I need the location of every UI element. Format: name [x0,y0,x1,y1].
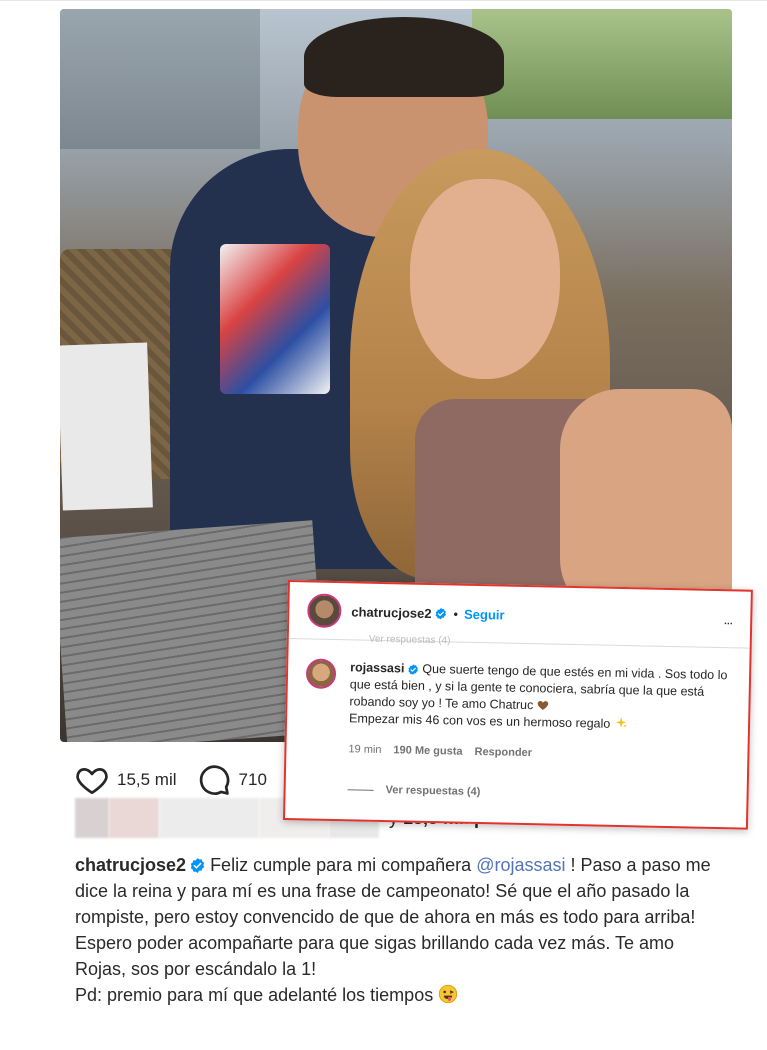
avatar[interactable] [307,593,342,629]
caption-mention-link[interactable]: @rojassasi [476,855,565,875]
overlay-username[interactable]: chatrucjose2 [351,604,431,621]
comment-meta: 19 min 190 Me gusta Responder [348,743,544,759]
brown-heart-icon [538,701,549,710]
view-replies-button[interactable]: Ver respuestas (4) [347,783,481,799]
emoji-tongue-icon [439,984,458,1004]
verified-badge-icon [435,607,447,619]
photo-shirt-print [220,244,330,394]
caption-text-start: Feliz cumple para mi compañera [210,855,472,875]
more-options-button[interactable]: ... [723,611,732,627]
post-action-bar: 15,5 mil 710 [75,762,287,798]
blurred-username [159,798,259,838]
heart-icon [76,768,108,795]
emoji-sparkle-icon [615,717,627,728]
post-caption: chatrucjose2 Feliz cumple para mi compañe… [75,852,715,1008]
follow-button[interactable]: Seguir [464,606,505,622]
comment-text: rojassasi Que suerte tengo de que estés e… [349,659,736,735]
blurred-avatar [109,798,159,838]
overlay-divider [288,638,750,649]
comment-username[interactable]: rojassasi [350,660,405,675]
comment-body-2: Empezar mis 46 con vos es un hermoso reg… [348,711,611,731]
verified-badge-icon [408,664,419,675]
separator: • [453,605,459,622]
verified-badge-icon [190,858,205,873]
comment-button[interactable]: 710 [197,763,267,797]
photo-background-wall [60,9,260,149]
blurred-avatar [75,798,109,838]
comment-item: rojassasi Que suerte tengo de que estés e… [305,658,736,759]
comment-likes[interactable]: 190 Me gusta [393,744,462,757]
faded-replies-text: Ver respuestas (4) [368,633,451,647]
avatar[interactable] [305,658,337,690]
overlay-header: chatrucjose2 • Seguir ... [307,590,733,639]
photo-menu-card [60,342,153,511]
comment-icon [199,765,229,795]
top-divider [0,0,767,8]
reply-button[interactable]: Responder [474,746,532,759]
like-button[interactable]: 15,5 mil [75,763,177,797]
comment-count: 710 [238,770,267,789]
replies-line [347,788,374,791]
like-count: 15,5 mil [117,770,177,789]
photo-man-hair [304,17,504,97]
photo-background-trees [472,9,732,119]
caption-ps: Pd: premio para mí que adelanté los tiem… [75,985,434,1005]
comment-time: 19 min [348,743,382,756]
comment-overlay: chatrucjose2 • Seguir ... Ver respuestas… [282,580,753,830]
photo-woman-arm [560,389,732,619]
view-replies-label: Ver respuestas (4) [385,784,481,799]
caption-username[interactable]: chatrucjose2 [75,855,186,875]
photo-woman-face [410,179,560,379]
